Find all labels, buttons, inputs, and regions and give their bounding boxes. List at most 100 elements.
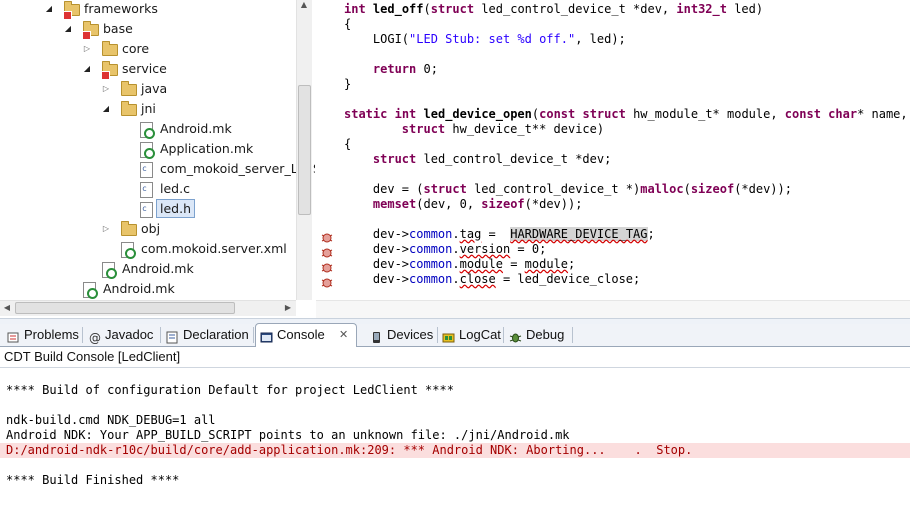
tree-item-label: Android.mk: [103, 281, 175, 296]
console-line: **** Build Finished ****: [6, 473, 180, 487]
console-line: ndk-build.cmd NDK_DEBUG=1 all: [6, 413, 216, 427]
code-line: return 0;: [372, 62, 438, 76]
gear-icon: [125, 248, 136, 259]
tree-item[interactable]: ◢ frameworks: [0, 0, 296, 20]
tree-item-label: led.c: [160, 181, 190, 196]
tree-item[interactable]: Application.mk: [0, 139, 296, 159]
bug-warning-icon[interactable]: [321, 274, 333, 288]
editor-horizontal-scrollbar[interactable]: [316, 300, 910, 319]
tree-item[interactable]: c led.c: [0, 179, 296, 199]
tree-item[interactable]: c led.h: [0, 199, 296, 219]
tab-declaration[interactable]: Declaration: [162, 324, 254, 346]
collapsed-arrow-icon[interactable]: ▷: [82, 39, 92, 59]
tab-separator: [253, 327, 254, 343]
code-line: dev->common.close = led_device_close;: [344, 272, 641, 286]
code-line: LOGI("LED Stub: set %d off.", led);: [344, 32, 626, 46]
tree-item[interactable]: ▷ java: [0, 79, 296, 99]
tab-label: Javadoc: [105, 327, 154, 342]
makefile-icon: [140, 142, 155, 159]
scroll-left-arrow-icon[interactable]: ◀: [1, 303, 13, 312]
tree-item[interactable]: ▷ core: [0, 39, 296, 59]
tree-item[interactable]: ▷ obj: [0, 219, 296, 239]
tab-debug[interactable]: Debug: [505, 324, 573, 346]
project-explorer-tree: ◢ frameworks ◢ base ▷ core ◢ service ▷ java ◢ jni An…: [0, 0, 315, 318]
tab-label: Devices: [387, 327, 434, 342]
tree-item[interactable]: com.mokoid.server.xml: [0, 239, 296, 259]
tree-horizontal-scroll-thumb[interactable]: [15, 302, 235, 314]
tab-label: Console: [277, 327, 325, 342]
tree-item-label: Android.mk: [160, 121, 232, 136]
code-line: dev->common.module = module;: [344, 257, 576, 271]
console-error-line: D:/android-ndk-r10c/build/core/add-appli…: [0, 443, 910, 458]
tree-item[interactable]: ◢ service: [0, 59, 296, 80]
tab-devices[interactable]: Devices: [366, 324, 438, 346]
code-line: }: [344, 77, 352, 91]
c-header-file-icon: c: [140, 202, 153, 218]
tree-item[interactable]: c com_mokoid_server_LedSe: [0, 159, 315, 179]
expanded-arrow-icon[interactable]: ◢: [44, 0, 54, 19]
tree-item-label: led.h: [156, 199, 195, 218]
tree-item[interactable]: Android.mk: [0, 119, 296, 139]
tree-item-label: service: [122, 61, 167, 76]
tab-console[interactable]: Console ✕: [255, 323, 357, 348]
gear-icon: [106, 268, 117, 279]
tree-item[interactable]: ◢ base: [0, 19, 296, 40]
tree-item-label: Android.mk: [122, 261, 194, 276]
code-line: {: [344, 137, 352, 151]
tree-item-label: java: [141, 81, 168, 96]
tree-item[interactable]: ◢ jni: [0, 99, 296, 119]
code-line: memset(dev, 0, sizeof(*dev));: [372, 197, 583, 211]
tab-problems[interactable]: Problems: [3, 324, 83, 346]
package-folder-icon: [82, 21, 99, 40]
tree-item-label: com.mokoid.server.xml: [141, 241, 287, 256]
gear-icon: [144, 148, 155, 159]
folder-icon: [121, 101, 137, 116]
tree-vertical-scroll-thumb[interactable]: [298, 85, 311, 215]
makefile-icon: [83, 282, 98, 299]
scroll-up-arrow-icon[interactable]: ▲: [298, 0, 310, 9]
xml-file-icon: [121, 242, 136, 259]
makefile-icon: [140, 122, 155, 139]
code-line: dev = (struct led_control_device_t *)mal…: [344, 182, 792, 196]
tab-separator: [503, 327, 504, 343]
folder-icon: [121, 221, 137, 236]
tree-item-label: core: [122, 41, 150, 56]
code-line: {: [344, 17, 352, 31]
code-line: dev->common.version = 0;: [344, 242, 547, 256]
bug-warning-icon[interactable]: [321, 244, 333, 258]
tab-logcat[interactable]: LogCat: [438, 324, 504, 346]
tree-item[interactable]: Android.mk: [0, 259, 296, 279]
folder-icon: [121, 81, 137, 96]
tab-label: LogCat: [459, 327, 501, 342]
tab-separator: [82, 327, 83, 343]
tree-item[interactable]: Android.mk: [0, 279, 296, 299]
expanded-arrow-icon[interactable]: ◢: [101, 99, 111, 119]
problems-icon: [7, 329, 20, 343]
tab-javadoc[interactable]: @ Javadoc: [84, 324, 161, 346]
tab-label: Debug: [526, 327, 565, 342]
expanded-arrow-icon[interactable]: ◢: [63, 19, 73, 39]
code-line: static int led_device_open(const struct …: [344, 107, 908, 121]
tab-label: Problems: [24, 327, 79, 342]
tab-separator: [572, 327, 573, 343]
svg-text:@: @: [89, 331, 101, 344]
bottom-view-tabbar: Problems @ Javadoc Declaration Console ✕ Devic…: [0, 323, 910, 348]
tree-item-label: base: [103, 21, 133, 36]
package-folder-icon: [63, 1, 80, 20]
tab-separator: [160, 327, 161, 343]
console-title-bar: CDT Build Console [LedClient]: [0, 347, 910, 368]
bug-warning-icon[interactable]: [321, 259, 333, 273]
console-output[interactable]: **** Build of configuration Default for …: [0, 368, 910, 513]
scroll-right-arrow-icon[interactable]: ▶: [282, 303, 294, 312]
package-folder-icon: [101, 61, 118, 80]
expanded-arrow-icon[interactable]: ◢: [82, 59, 92, 79]
code-line: int led_off(struct led_control_device_t …: [344, 2, 764, 16]
gear-icon: [87, 288, 98, 299]
close-tab-icon[interactable]: ✕: [339, 324, 348, 346]
tree-item-label: com_mokoid_server_LedSe: [160, 161, 315, 176]
tree-item-label: obj: [141, 221, 161, 236]
collapsed-arrow-icon[interactable]: ▷: [101, 219, 111, 239]
collapsed-arrow-icon[interactable]: ▷: [101, 79, 111, 99]
tree-item-label: jni: [141, 101, 156, 116]
bug-warning-icon[interactable]: [321, 229, 333, 243]
